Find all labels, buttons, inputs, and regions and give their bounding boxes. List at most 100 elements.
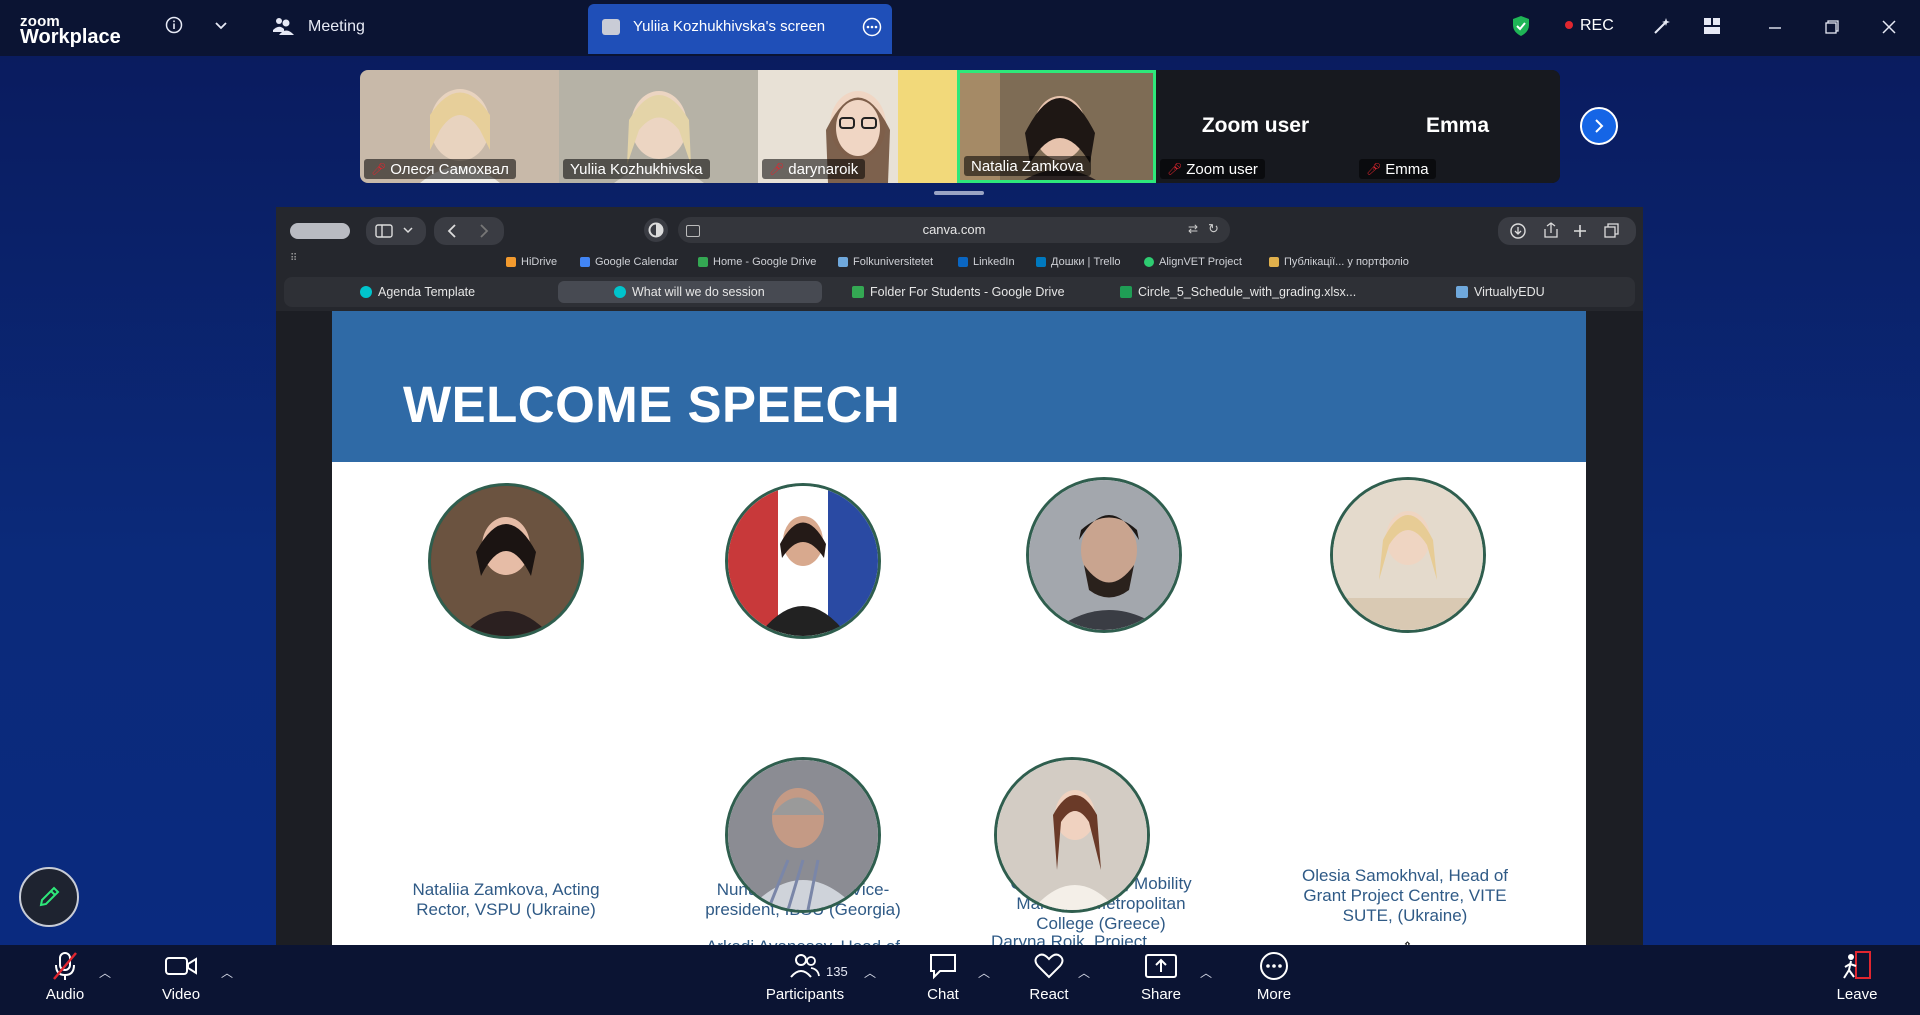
minimize-icon[interactable] [1763, 16, 1787, 38]
share-button[interactable]: Share [1116, 948, 1206, 1003]
participant-tile[interactable]: Zoom user 🎤︎ Zoom user [1156, 70, 1355, 183]
video-camera-icon [165, 957, 197, 975]
bookmark-icon [838, 257, 848, 267]
page-settings-icon[interactable] [686, 225, 700, 237]
bookmark-item[interactable]: Дошки | Trello [1036, 256, 1121, 268]
bookmark-item[interactable]: Folkuniversitetet [838, 256, 933, 268]
participant-tile-active[interactable]: Natalia Zamkova [957, 70, 1156, 183]
site-icon [1456, 286, 1468, 298]
participant-big-name: Emma [1425, 114, 1490, 137]
bookmark-item[interactable]: AlignVET Project [1144, 256, 1242, 268]
browser-tab[interactable]: VirtuallyEDU [1456, 281, 1545, 303]
canva-icon [614, 286, 626, 298]
participant-name: Олеся Самохвал [390, 160, 509, 178]
participant-tile[interactable]: Emma 🎤︎ Emma [1355, 70, 1560, 183]
browser-action-icons[interactable] [1498, 217, 1636, 245]
meeting-label[interactable]: Meeting [308, 18, 365, 36]
react-options-caret[interactable]: ︿ [1078, 964, 1090, 981]
canva-slide: WELCOME SPEECH Nataliia Zamkova, Acting … [332, 311, 1586, 945]
nav-buttons[interactable] [434, 217, 504, 245]
participant-tile[interactable]: 🎤︎ darynaroik [758, 70, 957, 183]
video-label: Video [161, 986, 201, 1003]
close-icon[interactable] [1877, 16, 1901, 38]
bookmark-item[interactable]: LinkedIn [958, 256, 1015, 268]
share-options-caret[interactable]: ︿ [1200, 964, 1212, 981]
browser-tab[interactable]: Agenda Template [354, 281, 481, 303]
calendar-icon [580, 257, 590, 267]
chat-bubble-icon [930, 954, 956, 980]
sidebar-toggle-button[interactable] [366, 217, 426, 245]
chat-button[interactable]: Chat [898, 948, 988, 1003]
speaker-photo [725, 483, 881, 639]
participant-tile[interactable]: 🎤︎ Олеся Самохвал [360, 70, 559, 183]
chat-options-caret[interactable]: ︿ [978, 964, 990, 981]
more-options-icon[interactable] [861, 16, 883, 38]
google-drive-icon [698, 257, 708, 267]
share-label: Share [1140, 986, 1182, 1003]
speaker-caption: Arkadi Avanesov, Head of [688, 937, 918, 945]
speaker-caption: Olesia Samokhval, Head of Grant Project … [1302, 866, 1508, 925]
translate-icon[interactable]: ⇄ [1188, 222, 1198, 236]
browser-tab-active[interactable]: What will we do session [558, 281, 822, 303]
participant-big-name: Zoom user [1201, 114, 1310, 137]
pencil-icon [1269, 257, 1279, 267]
participant-name: Emma [1385, 160, 1429, 178]
heart-icon [1034, 953, 1064, 979]
speaker-photo [1330, 477, 1486, 633]
video-options-caret[interactable]: ︿ [221, 964, 233, 981]
info-icon[interactable] [163, 14, 185, 36]
share-screen-icon [1145, 954, 1177, 978]
participants-label: Participants [765, 986, 845, 1003]
reload-icon[interactable]: ↻ [1208, 221, 1219, 237]
person-icon [728, 486, 878, 636]
resize-handle[interactable] [934, 191, 984, 195]
browser-tab[interactable]: Circle_5_Schedule_with_grading.xlsx... [1120, 281, 1356, 303]
annotate-pen-button[interactable] [19, 867, 79, 927]
chevron-down-icon[interactable] [210, 14, 232, 36]
participant-name: Zoom user [1186, 160, 1258, 178]
person-icon [997, 760, 1147, 910]
grid-apps-icon[interactable]: ⠿ [290, 253, 297, 264]
participants-options-caret[interactable]: ︿ [864, 964, 876, 981]
shared-screen: canva.com ⇄ ↻ ⠿ HiDrive Google Calendar … [276, 207, 1643, 945]
speaker-photo [1026, 477, 1182, 633]
recording-label[interactable]: REC [1580, 17, 1614, 35]
mic-muted-icon: 🎤︎ [371, 162, 387, 176]
recording-dot [1565, 21, 1573, 29]
privacy-icon[interactable] [644, 218, 668, 242]
encryption-shield-icon[interactable] [1510, 14, 1532, 38]
bookmark-item[interactable]: Публікації... у портфоліо [1269, 256, 1409, 268]
video-button[interactable]: Video [136, 948, 226, 1003]
bookmark-item[interactable]: HiDrive [506, 256, 557, 268]
slide-title: WELCOME SPEECH [403, 376, 901, 433]
audio-options-caret[interactable]: ︿ [99, 964, 111, 981]
strip-next-button[interactable] [1580, 107, 1618, 145]
person-icon [431, 486, 581, 636]
audio-label: Audio [45, 986, 85, 1003]
mic-muted-icon: 🎤︎ [769, 162, 785, 176]
participant-name: Yuliia Kozhukhivska [570, 160, 703, 178]
more-label: More [1256, 986, 1292, 1003]
bookmark-item[interactable]: Home - Google Drive [698, 256, 816, 268]
annotate-wand-icon[interactable] [1650, 14, 1674, 38]
address-bar[interactable]: canva.com ⇄ ↻ [678, 217, 1230, 243]
participant-strip: 🎤︎ Олеся Самохвал Yuliia Kozhukhivska 🎤︎ d… [360, 70, 1560, 183]
back-forward-icon [447, 224, 489, 238]
leave-door-icon [1843, 951, 1871, 979]
screen-thumb-icon [602, 19, 620, 35]
restore-icon[interactable] [1820, 16, 1844, 38]
apps-icon[interactable] [1700, 14, 1724, 38]
speaker-photo [725, 757, 881, 913]
sidebar-icon [375, 224, 413, 238]
person-icon [728, 760, 878, 910]
window-controls[interactable] [290, 223, 350, 239]
participant-tile[interactable]: Yuliia Kozhukhivska [559, 70, 758, 183]
leave-button[interactable]: Leave [1812, 948, 1902, 1003]
bookmark-icon [1144, 257, 1154, 267]
browser-tab[interactable]: Folder For Students - Google Drive [852, 281, 1065, 303]
speaker-photo [994, 757, 1150, 913]
more-button[interactable]: More [1229, 948, 1319, 1003]
audio-button[interactable]: Audio [20, 948, 110, 1003]
person-icon [1333, 480, 1483, 630]
bookmark-item[interactable]: Google Calendar [580, 256, 678, 268]
